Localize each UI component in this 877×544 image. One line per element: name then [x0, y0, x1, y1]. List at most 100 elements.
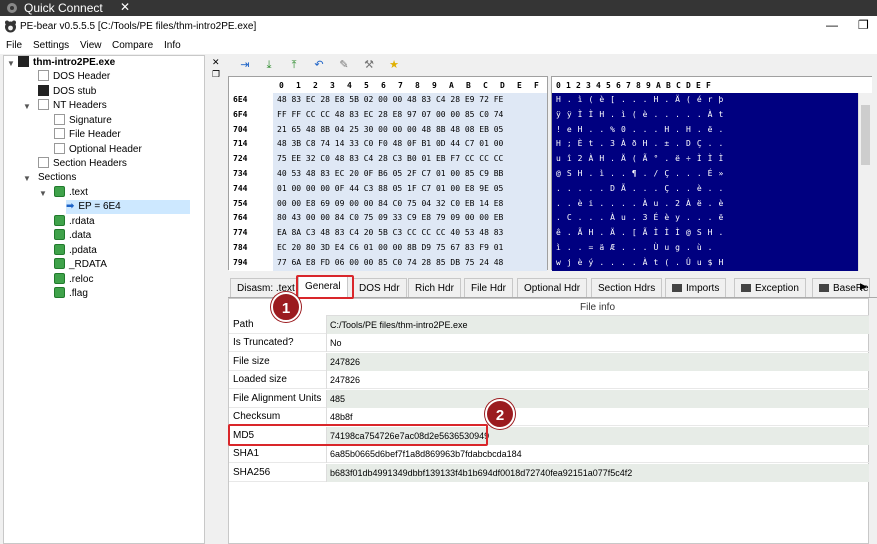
hex-row[interactable]: 77 6A E8 FD 06 00 00 85 C0 74 28 85 DB 7…	[277, 256, 503, 270]
menu-compare[interactable]: Compare	[112, 40, 153, 51]
scrollbar-thumb[interactable]	[861, 105, 870, 165]
tree-item-pdata[interactable]: .pdata	[54, 244, 97, 258]
hex-row[interactable]: EC 20 80 3D E4 C6 01 00 00 8B D9 75 67 8…	[277, 241, 503, 255]
table-row[interactable]: File Alignment Units 485	[229, 390, 869, 408]
tree-item-dos-header[interactable]: DOS Header	[38, 70, 110, 84]
tree-item-sections[interactable]: Sections	[38, 171, 76, 185]
ascii-scrollbar[interactable]	[858, 93, 872, 271]
tab-file-hdr[interactable]: File Hdr	[464, 278, 514, 297]
ascii-row[interactable]: w j è ý . . . . À t ( . Û u $ H	[556, 256, 724, 270]
hex-row[interactable]: 40 53 48 83 EC 20 0F B6 05 2F C7 01 00 8…	[277, 167, 503, 181]
tree-item-reloc[interactable]: .reloc	[54, 273, 93, 287]
tree-item-root[interactable]: thm-intro2PE.exe	[18, 56, 115, 70]
go-to-entry-icon[interactable]: ⇥	[238, 58, 252, 72]
hex-bytes[interactable]: 48 83 EC 28 E8 5B 02 00 00 48 83 C4 28 E…	[273, 93, 547, 271]
tree-item-optional-header[interactable]: Optional Header	[54, 143, 142, 157]
table-row[interactable]: SHA1 6a85b0665d6bef7f1a8d869963b7fdabcbcd…	[229, 445, 869, 463]
tools-icon[interactable]: ⚒	[362, 58, 376, 72]
tree-item-signature[interactable]: Signature	[54, 114, 112, 128]
table-row[interactable]: Is Truncated? No	[229, 334, 869, 352]
quick-connect-close-icon[interactable]: ✕	[120, 0, 130, 14]
minimize-button[interactable]: —	[826, 18, 838, 32]
hex-row[interactable]: 48 83 EC 28 E8 5B 02 00 00 48 83 C4 28 E…	[277, 93, 503, 107]
menu-view[interactable]: View	[80, 40, 102, 51]
table-row[interactable]: File size 247826	[229, 353, 869, 371]
undo-icon[interactable]: ↶	[312, 58, 326, 72]
tree-item-dos-stub[interactable]: DOS stub	[38, 85, 96, 99]
tree-item-text[interactable]: .text	[54, 186, 88, 200]
chevron-down-icon[interactable]: ▼	[7, 59, 15, 68]
row-value[interactable]: b683f01db4991349dbbf139133f4b1b694df0018…	[326, 464, 869, 482]
hex-offset: 764	[233, 213, 248, 223]
hex-row[interactable]: 00 00 E8 69 09 00 00 84 C0 75 04 32 C0 E…	[277, 197, 503, 211]
ascii-row[interactable]: ! e H . . % 0 . . . H . H . ë .	[556, 123, 724, 137]
row-value[interactable]: 485	[326, 390, 869, 408]
pin-icon[interactable]: ✎	[337, 58, 351, 72]
menu-file[interactable]: File	[6, 40, 22, 51]
hex-row[interactable]: 48 3B C8 74 14 33 C0 F0 48 0F B1 0D 44 C…	[277, 137, 503, 151]
hex-row[interactable]: 80 43 00 00 84 C0 75 09 33 C9 E8 79 09 0…	[277, 211, 503, 225]
quick-connect-icon	[7, 3, 17, 13]
ascii-row[interactable]: . C . . . À u . 3 É è y . . . ë	[556, 211, 724, 225]
tab-dos-hdr[interactable]: DOS Hdr	[352, 278, 407, 297]
ascii-view[interactable]: 0 1 2 3 4 5 6 7 8 9 A B C D E F H . ì ( …	[551, 76, 872, 271]
row-value[interactable]: 247826	[326, 353, 869, 371]
table-row[interactable]: Loaded size 247826	[229, 371, 869, 389]
restore-button[interactable]: ❐	[858, 18, 869, 32]
row-value[interactable]: 6a85b0665d6bef7f1a8d869963b7fdabcbcda184	[326, 445, 869, 463]
tree-item-data[interactable]: .data	[54, 229, 91, 243]
tree-item-section-headers[interactable]: Section Headers	[38, 157, 127, 171]
menu-info[interactable]: Info	[164, 40, 181, 51]
row-value[interactable]: C:/Tools/PE files/thm-intro2PE.exe	[326, 316, 869, 334]
table-row[interactable]: SHA256 b683f01db4991349dbbf139133f4b1b694…	[229, 464, 869, 482]
ascii-row[interactable]: @ S H . ì . . ¶ . / Ç . . . É »	[556, 167, 724, 181]
hex-row[interactable]: 01 00 00 00 0F 44 C3 88 05 1F C7 01 00 E…	[277, 182, 503, 196]
tab-optional-hdr[interactable]: Optional Hdr	[517, 278, 588, 297]
star-icon[interactable]: ★	[387, 58, 401, 72]
tree-item-rdata-upper[interactable]: _RDATA	[54, 258, 107, 272]
tab-exception[interactable]: Exception	[734, 278, 806, 297]
ascii-col: F	[706, 81, 711, 90]
go-to-rva-icon[interactable]: ⤓	[262, 58, 276, 72]
folder-icon	[672, 284, 682, 292]
chevron-down-icon[interactable]: ▼	[39, 189, 47, 198]
ascii-row[interactable]: . . è i . . . . À u . 2 À ë . è	[556, 197, 724, 211]
hex-row[interactable]: 75 EE 32 C0 48 83 C4 28 C3 B0 01 EB F7 C…	[277, 152, 503, 166]
tree-item-flag[interactable]: .flag	[54, 287, 88, 301]
tab-scroll-right-icon[interactable]: ▶	[860, 281, 867, 292]
hex-row[interactable]: 21 65 48 8B 04 25 30 00 00 00 48 8B 48 0…	[277, 123, 503, 137]
chevron-down-icon[interactable]: ▼	[23, 174, 31, 183]
hex-row[interactable]: FF FF CC CC 48 83 EC 28 E8 97 07 00 00 8…	[277, 108, 503, 122]
tree-item-nt-headers[interactable]: NT Headers	[38, 99, 107, 113]
menu-settings[interactable]: Settings	[33, 40, 69, 51]
chevron-down-icon[interactable]: ▼	[23, 102, 31, 111]
tab-section-hdrs[interactable]: Section Hdrs	[591, 278, 663, 297]
ascii-row[interactable]: ì . . = ä Æ . . . Ù u g . ù .	[556, 241, 713, 255]
stub-icon	[38, 85, 49, 96]
ascii-row[interactable]: H . ì ( è [ . . . H . Ä ( é r þ	[556, 93, 724, 107]
row-value[interactable]: 247826	[326, 371, 869, 389]
pe-structure-tree: ▼ thm-intro2PE.exe DOS Header DOS stub ▼…	[3, 55, 205, 544]
hex-row[interactable]: EA 8A C3 48 83 C4 20 5B C3 CC CC CC 40 5…	[277, 226, 503, 240]
ascii-row[interactable]: u î 2 À H . Ä ( Ã ° . ë ÷ Ì Ì Ì	[556, 152, 724, 166]
ascii-row[interactable]: . . . . . D Ã . . . Ç . . è . .	[556, 182, 724, 196]
go-to-raw-icon[interactable]: ⤒	[287, 58, 301, 72]
close-panel-icon[interactable]: ✕	[212, 57, 220, 68]
ascii-row[interactable]: ÿ ÿ Ì Ì H . ì ( è . . . . . À t	[556, 108, 724, 122]
ascii-row[interactable]: ê . Ã H . Ä . [ Ã Ì Ì Ì @ S H .	[556, 226, 724, 240]
row-value[interactable]: No	[326, 334, 869, 352]
window-title: PE-bear v0.5.5.5 [C:/Tools/PE files/thm-…	[20, 21, 257, 32]
tree-item-rdata[interactable]: .rdata	[54, 215, 95, 229]
ascii-bytes[interactable]: H . ì ( è [ . . . H . Ä ( é r þ ÿ ÿ Ì Ì …	[552, 93, 858, 271]
tab-imports[interactable]: Imports	[665, 278, 727, 297]
ascii-col: C	[676, 81, 681, 90]
panel-toolbar: ✕ ❐	[208, 55, 228, 95]
tab-rich-hdr[interactable]: Rich Hdr	[408, 278, 461, 297]
ascii-row[interactable]: H ; È t . 3 À ð H . ± . D Ç . .	[556, 137, 724, 151]
tree-item-entry-point[interactable]: ➡ EP = 6E4	[66, 200, 190, 214]
hex-view[interactable]: 0 1 2 3 4 5 6 7 8 9 A B C D E F 6E4 6F4 …	[228, 76, 548, 271]
table-row[interactable]: Path C:/Tools/PE files/thm-intro2PE.exe	[229, 316, 869, 334]
tree-item-file-header[interactable]: File Header	[54, 128, 121, 142]
float-panel-icon[interactable]: ❐	[212, 69, 220, 80]
row-key: File size	[233, 356, 270, 367]
